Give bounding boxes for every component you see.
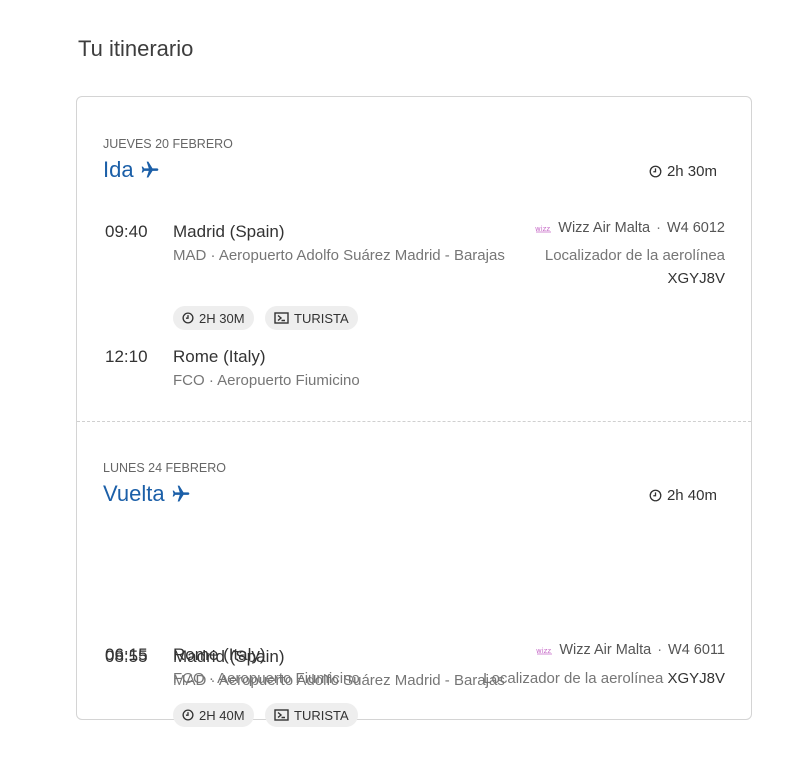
seat-icon — [274, 709, 289, 721]
outbound-date: JUEVES 20 FEBRERO — [103, 137, 233, 151]
outbound-departure-city: Madrid (Spain) — [173, 222, 285, 241]
airline-logo-icon: wizz — [535, 225, 552, 233]
plane-icon — [141, 161, 158, 178]
separator-dot: · — [657, 642, 663, 658]
plane-icon — [172, 485, 189, 502]
return-airline-name: Wizz Air Malta — [559, 642, 652, 658]
outbound-duration: 2h 30m — [649, 163, 717, 180]
return-locator-code: XGYJ8V — [667, 670, 725, 687]
clock-icon — [649, 489, 662, 502]
return-duration-tag-text: 2H 40M — [199, 707, 245, 723]
seat-icon — [274, 312, 289, 324]
return-duration-text: 2h 40m — [666, 487, 717, 504]
page-title: Tu itinerario — [78, 36, 194, 61]
return-cabin-tag: TURISTA — [265, 703, 358, 727]
clock-icon — [182, 709, 194, 721]
outbound-flight-number: W4 6012 — [666, 220, 725, 236]
separator-dot: · — [656, 220, 661, 236]
outbound-locator-label: Localizador de la aerolínea — [544, 247, 725, 264]
clock-icon — [182, 312, 194, 324]
return-flight-number: W4 6011 — [668, 642, 725, 658]
outbound-locator-code: XGYJ8V — [667, 270, 725, 287]
outbound-title-label: Ida — [103, 157, 134, 182]
outbound-duration-text: 2h 30m — [666, 163, 717, 180]
return-locator: Localizador de la aerolínea XGYJ8V — [483, 670, 725, 687]
return-arrival-time: 08:55 — [105, 647, 148, 666]
outbound-leg: JUEVES 20 FEBRERO Ida 2h 30m 09:40 Madri… — [77, 97, 751, 422]
outbound-departure-time: 09:40 — [105, 222, 148, 241]
return-date: LUNES 24 FEBRERO — [103, 461, 226, 475]
outbound-airline: wizz Wizz Air Malta · W4 6012 — [535, 220, 725, 236]
outbound-arrival-time: 12:10 — [105, 347, 148, 366]
return-duration-tag: 2H 40M — [173, 703, 254, 727]
return-title-label: Vuelta — [103, 481, 165, 506]
return-cabin-tag-text: TURISTA — [294, 707, 349, 723]
outbound-arrival-city: Rome (Italy) — [173, 347, 266, 366]
outbound-duration-tag-text: 2H 30M — [199, 310, 245, 326]
return-title: Vuelta — [103, 481, 191, 507]
outbound-duration-tag: 2H 30M — [173, 306, 254, 330]
itinerary-card: JUEVES 20 FEBRERO Ida 2h 30m 09:40 Madri… — [76, 96, 752, 727]
return-locator-label: Localizador de la aerolínea — [483, 670, 664, 687]
outbound-cabin-tag: TURISTA — [265, 306, 358, 330]
clock-icon — [649, 165, 662, 178]
outbound-departure-airport: MAD · Aeropuerto Adolfo Suárez Madrid - … — [173, 247, 505, 264]
return-arrival-city: Madrid (Spain) — [173, 647, 285, 666]
outbound-cabin-tag-text: TURISTA — [294, 310, 349, 326]
return-arrival-airport: MAD · Aeropuerto Adolfo Suárez Madrid - … — [173, 672, 505, 689]
outbound-title: Ida — [103, 157, 160, 183]
airline-logo-icon: wizz — [536, 647, 553, 655]
return-duration: 2h 40m — [649, 487, 717, 504]
return-airline: wizz Wizz Air Malta · W4 6011 — [536, 642, 725, 658]
outbound-arrival-airport: FCO · Aeropuerto Fiumicino — [173, 372, 360, 389]
outbound-airline-name: Wizz Air Malta — [558, 220, 651, 236]
